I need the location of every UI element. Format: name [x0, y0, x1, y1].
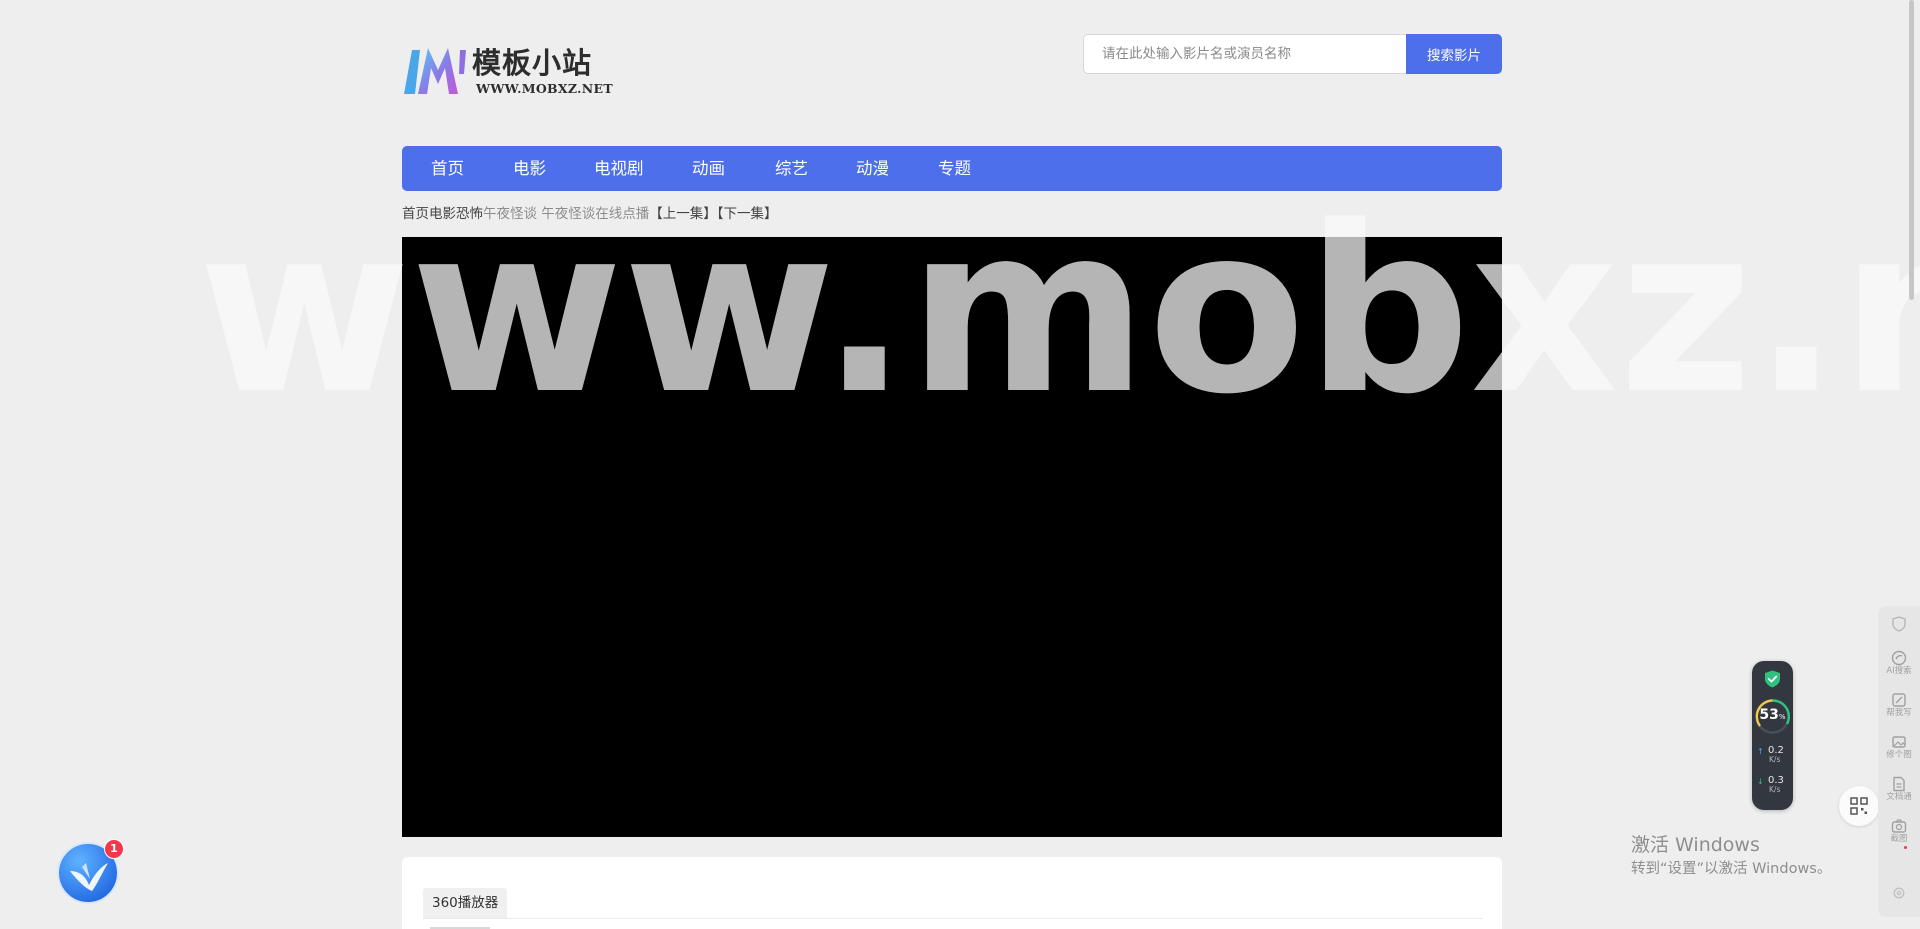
video-player[interactable] [402, 237, 1502, 837]
nav-item-home[interactable]: 首页 [431, 146, 464, 191]
write-icon [1892, 693, 1906, 707]
image-edit-icon [1892, 736, 1906, 748]
notification-badge: 1 [104, 839, 124, 859]
activation-title: 激活 Windows [1631, 834, 1760, 856]
qr-code-icon [1850, 797, 1868, 815]
qr-code-button[interactable] [1839, 786, 1879, 826]
network-monitor-widget[interactable]: 53% ↑ 0.2 K/s ↓ 0.3 K/s [1752, 661, 1793, 810]
usage-percent: 53% [1759, 707, 1786, 723]
main-nav: 首页 电影 电视剧 动画 综艺 动漫 专题 [402, 146, 1502, 191]
breadcrumb-title[interactable]: 午夜怪谈 [483, 206, 537, 222]
next-episode-link[interactable]: 【下一集】 [717, 206, 778, 222]
gear-icon [1893, 887, 1905, 899]
nav-item-tv-series[interactable]: 电视剧 [594, 146, 644, 191]
breadcrumb: 首页电影恐怖午夜怪谈 午夜怪谈在线点播【上一集】【下一集】 [402, 204, 778, 224]
breadcrumb-current: 午夜怪谈在线点播 [541, 206, 650, 222]
download-arrow-icon: ↓ [1757, 777, 1764, 786]
logo-m-icon [404, 48, 466, 94]
activation-subtitle: 转到“设置”以激活 Windows。 [1631, 861, 1832, 877]
search-bar: 搜索影片 [1083, 34, 1502, 74]
logo-title: 模板小站 [472, 46, 593, 80]
panel-divider [423, 918, 1483, 919]
breadcrumb-category[interactable]: 电影 [429, 206, 456, 222]
source-tab-360[interactable]: 360播放器 [423, 888, 508, 918]
search-input[interactable] [1083, 34, 1406, 74]
windows-activation-notice: 激活 Windows 转到“设置”以激活 Windows。 [1631, 833, 1831, 879]
breadcrumb-home[interactable]: 首页 [402, 206, 429, 222]
nav-item-anime[interactable]: 动漫 [856, 146, 889, 191]
site-logo[interactable]: 模板小站 WWW.MOBXZ.NET [402, 44, 613, 98]
breadcrumb-genre[interactable]: 恐怖 [456, 206, 483, 222]
prev-episode-link[interactable]: 【上一集】 [649, 206, 717, 222]
search-button[interactable]: 搜索影片 [1406, 34, 1502, 74]
document-icon [1893, 776, 1905, 792]
play-source-panel: 360播放器 [402, 857, 1502, 929]
shield-icon [1892, 616, 1906, 632]
logo-url: WWW.MOBXZ.NET [476, 81, 613, 96]
page-scrollbar[interactable] [1906, 0, 1920, 929]
ai-search-icon [1891, 650, 1907, 666]
screenshot-icon [1891, 819, 1907, 833]
upload-arrow-icon: ↑ [1757, 747, 1764, 756]
nav-item-animation[interactable]: 动画 [692, 146, 725, 191]
nav-item-movies[interactable]: 电影 [513, 146, 546, 191]
nav-item-variety[interactable]: 综艺 [775, 146, 808, 191]
security-shield-icon [1765, 670, 1780, 688]
nav-item-topics[interactable]: 专题 [938, 146, 971, 191]
scrollbar-thumb[interactable] [1909, 0, 1914, 300]
